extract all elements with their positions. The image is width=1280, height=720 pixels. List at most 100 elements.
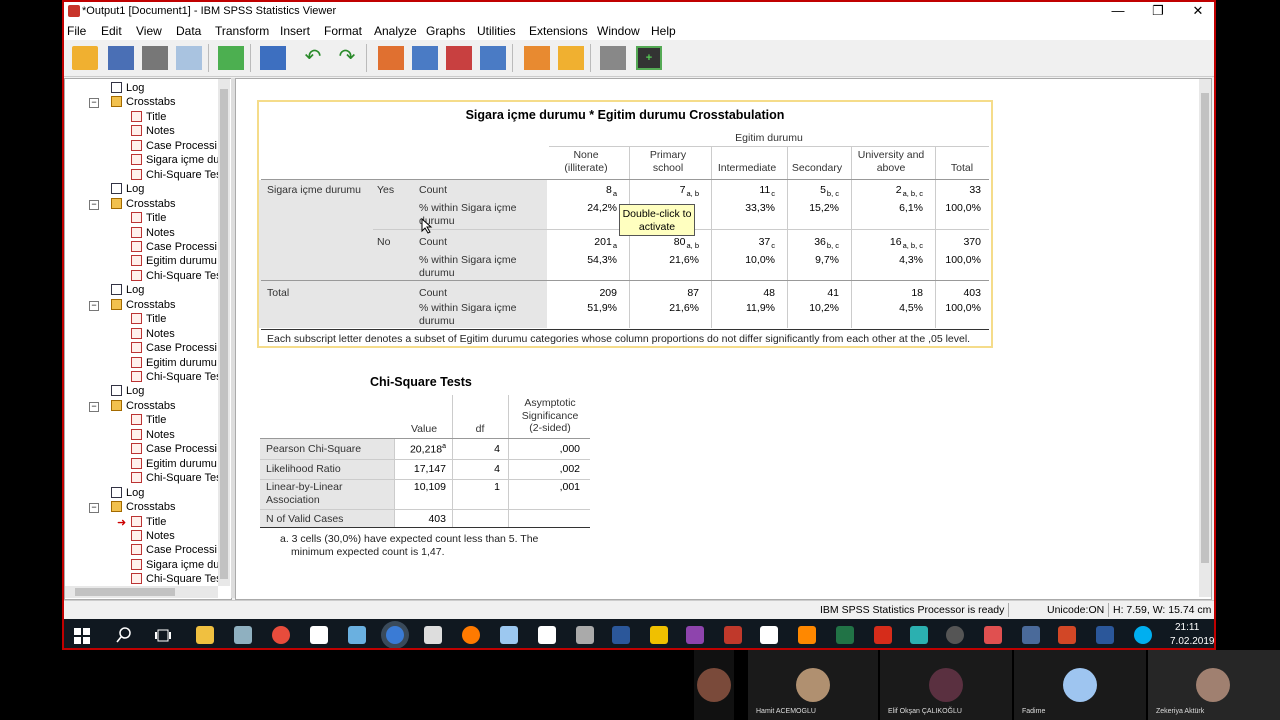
document-icon[interactable] (760, 626, 778, 644)
outline-item[interactable]: Log (111, 284, 144, 298)
acrobat-icon[interactable] (874, 626, 892, 644)
outline-item[interactable]: Notes (131, 529, 175, 544)
outline-item[interactable]: Notes (131, 125, 175, 139)
menu-extensions[interactable]: Extensions (529, 24, 588, 38)
outline-item[interactable]: Sigara içme du (131, 154, 219, 168)
menu-format[interactable]: Format (324, 24, 362, 38)
menu-data[interactable]: Data (176, 24, 201, 38)
outline-item[interactable]: Case Processi (131, 240, 217, 255)
outline-item[interactable]: Title (131, 414, 166, 428)
outline-item[interactable]: Log (111, 183, 144, 197)
collapse-node-toggle[interactable]: − (89, 300, 99, 311)
file-explorer-icon[interactable] (196, 626, 214, 644)
outline-pane[interactable]: Log Crosstabs − Title Notes Case Processi Siga… (64, 78, 232, 600)
outline-item[interactable]: Crosstabs (111, 399, 176, 414)
outline-item[interactable]: Case Processi (131, 139, 217, 154)
outline-item[interactable]: Case Processi (131, 342, 217, 356)
outline-item[interactable]: Notes (131, 327, 175, 342)
task-view-icon[interactable] (154, 628, 172, 643)
skype-icon[interactable] (1134, 626, 1152, 644)
clock-date[interactable]: 7.02.2019 (1170, 636, 1214, 647)
document-icon[interactable] (310, 626, 328, 644)
search-icon[interactable] (116, 627, 132, 644)
windows-start-icon[interactable] (74, 628, 90, 644)
outline-item[interactable]: Log (111, 385, 144, 399)
outline-item[interactable]: Case Processi (131, 443, 217, 457)
menu-transform[interactable]: Transform (215, 24, 269, 38)
outline-item[interactable]: Log (111, 486, 144, 501)
menu-view[interactable]: View (136, 24, 162, 38)
redo-icon[interactable]: ↷ (334, 46, 360, 70)
powerpoint-icon[interactable] (1058, 626, 1076, 644)
content-vertical-scrollbar[interactable] (1199, 79, 1211, 597)
menu-analyze[interactable]: Analyze (374, 24, 417, 38)
outline-item[interactable]: Case Processi (131, 544, 217, 558)
collapse-node-toggle[interactable]: − (89, 98, 99, 109)
add-output-icon[interactable]: + (636, 46, 662, 70)
menu-edit[interactable]: Edit (101, 24, 122, 38)
collapse-node-toggle[interactable]: − (89, 401, 99, 412)
minimize-button[interactable]: — (1098, 2, 1138, 22)
app-icon[interactable] (946, 626, 964, 644)
export-icon[interactable] (218, 46, 244, 70)
outline-item[interactable]: Title (131, 110, 166, 125)
undo-icon[interactable]: ↶ (300, 46, 326, 70)
print-preview-icon[interactable] (176, 46, 202, 70)
goto-case-icon[interactable] (412, 46, 438, 70)
menu-insert[interactable]: Insert (280, 24, 310, 38)
menu-utilities[interactable]: Utilities (477, 24, 516, 38)
app-icon[interactable] (724, 626, 742, 644)
app-icon[interactable] (1022, 626, 1040, 644)
maximize-button[interactable]: ❐ (1138, 2, 1178, 22)
insert-heading-icon[interactable] (524, 46, 550, 70)
menu-help[interactable]: Help (651, 24, 676, 38)
outline-item[interactable]: Chi-Square Tes (131, 371, 222, 385)
excel-icon[interactable] (836, 626, 854, 644)
outline-item[interactable]: Crosstabs (111, 298, 176, 313)
vlc-icon[interactable] (798, 626, 816, 644)
menu-file[interactable]: File (67, 24, 86, 38)
outline-item[interactable]: Chi-Square Tes (131, 472, 222, 486)
clock-time[interactable]: 21:11 (1175, 622, 1199, 633)
app-icon[interactable] (650, 626, 668, 644)
app-icon[interactable] (984, 626, 1002, 644)
outline-item[interactable]: Crosstabs (111, 501, 176, 515)
close-button[interactable]: ✕ (1178, 2, 1214, 22)
outline-item[interactable]: Chi-Square Tes (131, 168, 222, 183)
outline-item[interactable]: Sigara içme du (131, 558, 219, 573)
calculator-icon[interactable] (538, 626, 556, 644)
outline-item[interactable]: Egitim durumu (131, 356, 217, 371)
save-icon[interactable] (108, 46, 134, 70)
outline-item[interactable]: Chi-Square Tes (131, 269, 222, 284)
outline-item[interactable]: Title (131, 515, 166, 530)
outline-item[interactable]: Title (131, 313, 166, 327)
spss-taskbar-icon[interactable] (386, 626, 404, 644)
outline-item[interactable]: Crosstabs (111, 96, 176, 110)
show-all-icon[interactable] (600, 46, 626, 70)
goto-variable-icon[interactable] (446, 46, 472, 70)
menu-window[interactable]: Window (597, 24, 640, 38)
firefox-icon[interactable] (462, 626, 480, 644)
outline-item[interactable]: Title (131, 212, 166, 226)
recall-dialog-icon[interactable] (260, 46, 286, 70)
app-icon[interactable] (234, 626, 252, 644)
menu-graphs[interactable]: Graphs (426, 24, 465, 38)
outline-item[interactable]: Log (111, 82, 144, 96)
outline-item[interactable]: Egitim durumu (131, 255, 217, 269)
chrome-icon[interactable] (272, 626, 290, 644)
outline-item[interactable]: Egitim durumu (131, 457, 217, 472)
visual-studio-icon[interactable] (686, 626, 704, 644)
app-icon[interactable] (576, 626, 594, 644)
outline-item[interactable]: Notes (131, 226, 175, 241)
app-icon[interactable] (1096, 626, 1114, 644)
outline-horizontal-scrollbar[interactable] (65, 586, 218, 598)
outline-vertical-scrollbar[interactable] (218, 79, 230, 586)
insert-title-icon[interactable] (558, 46, 584, 70)
calendar-icon[interactable] (424, 626, 442, 644)
app-icon[interactable] (910, 626, 928, 644)
outline-item[interactable]: Notes (131, 428, 175, 443)
variables-icon[interactable] (480, 46, 506, 70)
outline-item[interactable]: Crosstabs (111, 197, 176, 212)
app-icon[interactable] (348, 626, 366, 644)
collapse-node-toggle[interactable]: − (89, 503, 99, 514)
